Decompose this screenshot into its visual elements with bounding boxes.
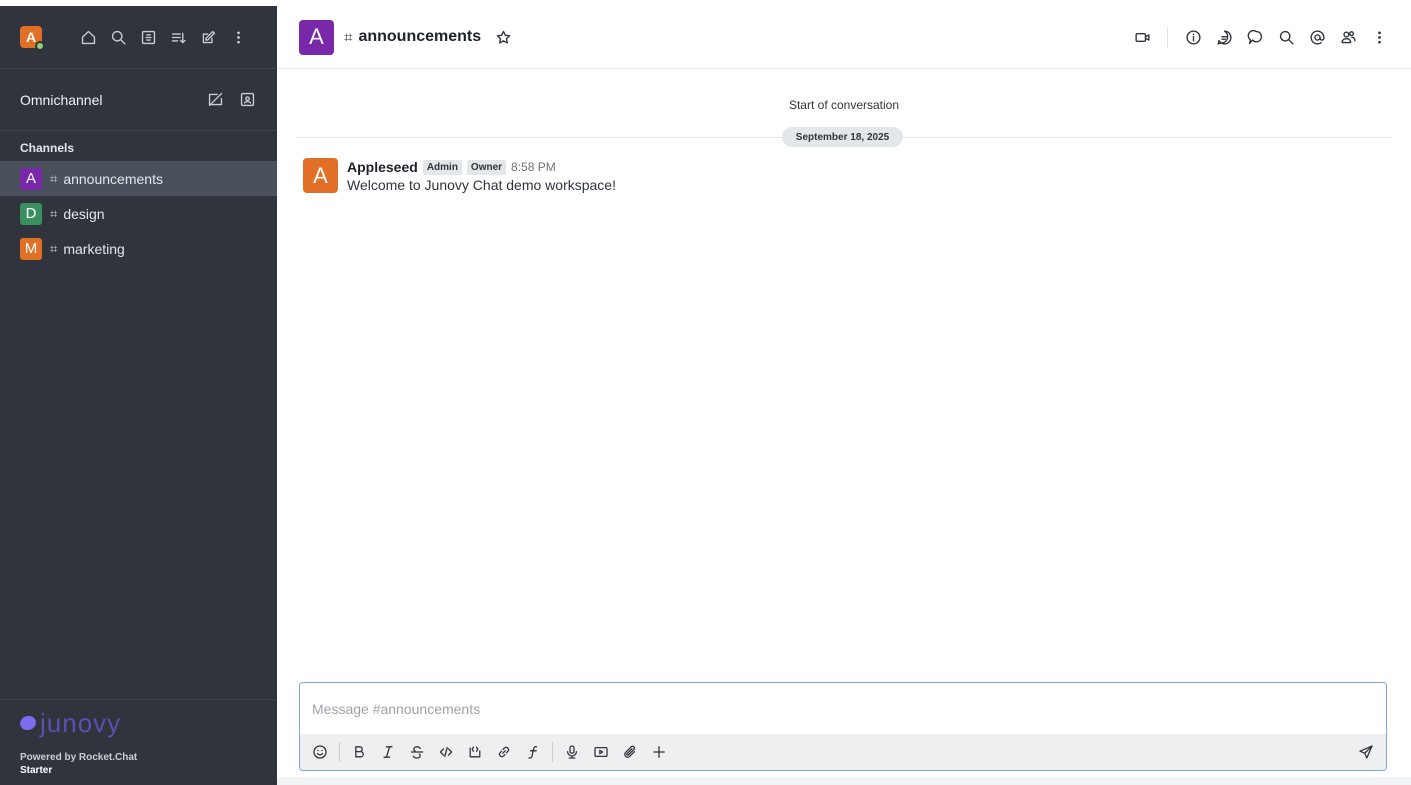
strikethrough-icon[interactable] (407, 742, 427, 762)
sidebar: A Omnichannel Channels A ⌗ announcements… (0, 6, 277, 785)
message-header: Appleseed Admin Owner 8:58 PM (347, 158, 616, 176)
message-list[interactable]: Start of conversation September 18, 2025… (277, 69, 1411, 681)
contact-center-icon[interactable] (237, 90, 257, 110)
message-text: Welcome to Junovy Chat demo workspace! (347, 177, 616, 193)
message-input[interactable] (300, 683, 1386, 734)
workspace-logo: junovy (18, 708, 257, 738)
user-avatar-letter: A (25, 29, 37, 45)
discussions-icon[interactable] (1245, 27, 1265, 47)
main-panel: A ⌗ announcements Start of conversation … (277, 6, 1411, 785)
link-icon[interactable] (494, 742, 514, 762)
logo-text: junovy (40, 708, 122, 738)
audio-message-icon[interactable] (562, 742, 582, 762)
channel-hash-icon: ⌗ (50, 240, 58, 256)
directory-icon[interactable] (138, 27, 158, 47)
powered-by-text: Powered by Rocket.Chat (20, 752, 138, 763)
emoji-icon[interactable] (310, 742, 330, 762)
home-icon[interactable] (78, 27, 98, 47)
members-icon[interactable] (1338, 27, 1358, 47)
omnichannel-title: Omnichannel (20, 91, 103, 108)
channels-section-title: Channels (20, 141, 75, 155)
search-icon[interactable] (108, 27, 128, 47)
role-tag-admin: Admin (422, 159, 462, 175)
room-avatar: A (20, 167, 42, 190)
bottom-strip (277, 777, 1411, 785)
formula-icon[interactable] (523, 742, 543, 762)
toolbar-divider (552, 742, 553, 762)
start-of-conversation: Start of conversation (788, 98, 900, 112)
room-name: marketing (63, 240, 125, 257)
kebab-menu-icon[interactable] (228, 27, 248, 47)
room-title: ⌗ announcements (344, 28, 481, 46)
message-avatar[interactable]: A (303, 158, 338, 193)
omnichannel-actions (205, 90, 257, 110)
plus-icon[interactable] (649, 742, 669, 762)
omnichannel-bar: Omnichannel (0, 69, 277, 131)
sidebar-item-announcements[interactable]: A ⌗ announcements (0, 161, 277, 196)
threads-icon[interactable] (1214, 27, 1234, 47)
room-avatar: D (20, 202, 42, 225)
code-icon[interactable] (436, 742, 456, 762)
toolbar-divider (339, 742, 340, 762)
sidebar-item-marketing[interactable]: M ⌗ marketing (0, 231, 277, 266)
attach-icon[interactable] (620, 742, 640, 762)
channel-hash-icon: ⌗ (344, 28, 353, 46)
room-header-avatar: A (299, 19, 334, 55)
room-title-text: announcements (358, 28, 482, 45)
online-status-icon (35, 41, 45, 51)
search-messages-icon[interactable] (1276, 27, 1296, 47)
message[interactable]: A Appleseed Admin Owner 8:58 PM Welcome … (303, 158, 616, 193)
channel-hash-icon: ⌗ (50, 205, 58, 221)
message-composer (299, 682, 1387, 771)
sidebar-item-design[interactable]: D ⌗ design (0, 196, 277, 231)
user-avatar[interactable]: A (20, 26, 45, 51)
kebab-menu-icon[interactable] (1369, 27, 1389, 47)
room-header: A ⌗ announcements (277, 6, 1411, 69)
message-body: Appleseed Admin Owner 8:58 PM Welcome to… (347, 158, 616, 193)
bold-icon[interactable] (349, 742, 369, 762)
sidebar-topbar: A (0, 6, 277, 69)
video-call-icon[interactable] (1132, 27, 1152, 47)
create-new-icon[interactable] (198, 27, 218, 47)
favorite-star-icon[interactable] (493, 27, 513, 47)
sort-icon[interactable] (168, 27, 188, 47)
header-divider (1167, 26, 1168, 48)
omnichannel-status-icon[interactable] (205, 90, 225, 110)
role-tag-owner: Owner (466, 159, 507, 175)
date-divider: September 18, 2025 (782, 127, 903, 147)
code-block-icon[interactable] (465, 742, 485, 762)
room-info-icon[interactable] (1183, 27, 1203, 47)
logo-mark-icon (18, 713, 38, 733)
room-name: announcements (63, 170, 163, 187)
message-timestamp: 8:58 PM (511, 160, 556, 174)
send-icon[interactable] (1356, 742, 1376, 762)
plan-text: Starter (20, 765, 53, 776)
room-avatar: M (20, 237, 42, 260)
room-header-actions (1132, 26, 1389, 48)
video-message-icon[interactable] (591, 742, 611, 762)
sidebar-top-actions (78, 27, 248, 47)
mentions-icon[interactable] (1307, 27, 1327, 47)
message-username[interactable]: Appleseed (347, 159, 418, 175)
composer-toolbar (300, 734, 1386, 770)
italic-icon[interactable] (378, 742, 398, 762)
room-name: design (63, 205, 105, 222)
channel-hash-icon: ⌗ (50, 170, 58, 186)
sidebar-footer: junovy Powered by Rocket.Chat Starter (0, 699, 277, 785)
